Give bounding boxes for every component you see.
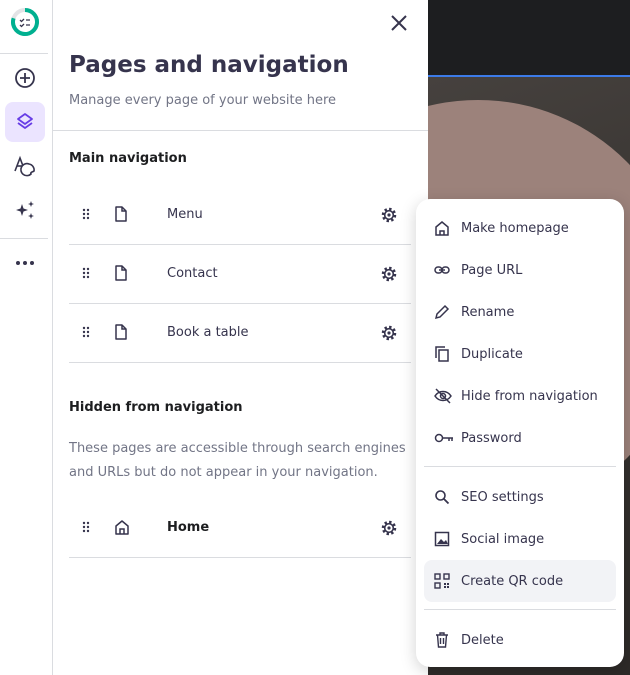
styles-button[interactable] [5, 146, 45, 186]
plus-circle-icon [15, 68, 35, 88]
menu-item-social-image[interactable]: Social image [424, 518, 616, 560]
ai-tools-button[interactable] [5, 190, 45, 230]
divider [0, 238, 48, 239]
menu-item-label: Page URL [461, 262, 523, 278]
menu-item-label: Create QR code [461, 573, 564, 589]
file-icon [115, 324, 127, 340]
search-icon [435, 490, 450, 505]
menu-item-rename[interactable]: Rename [424, 291, 616, 333]
file-icon [115, 206, 127, 222]
duplicate-icon [435, 346, 449, 362]
hidden-navigation-heading: Hidden from navigation [69, 400, 243, 415]
menu-item-label: Social image [461, 531, 545, 547]
menu-item-label: Password [461, 430, 522, 446]
trash-icon [436, 632, 448, 648]
divider [53, 130, 428, 131]
menu-item-label: Delete [461, 632, 504, 648]
add-element-button[interactable] [5, 58, 45, 98]
image-icon [434, 531, 450, 547]
menu-item-label: Make homepage [461, 220, 569, 236]
drag-handle-icon[interactable] [82, 326, 90, 338]
menu-item-create-qr-code[interactable]: Create QR code [424, 560, 616, 602]
divider [424, 609, 616, 610]
gear-icon[interactable] [380, 519, 398, 537]
page-label: Contact [167, 266, 218, 281]
menu-item-seo-settings[interactable]: SEO settings [424, 476, 616, 518]
menu-item-label: Rename [461, 304, 515, 320]
page-row-book-a-table[interactable]: Book a table [69, 304, 411, 363]
menu-item-password[interactable]: Password [424, 417, 616, 459]
page-context-menu: Make homepage Page URL Rename Duplicate … [416, 199, 624, 667]
palette-text-icon [14, 155, 35, 177]
page-row-menu[interactable]: Menu [69, 186, 411, 245]
page-row-contact[interactable]: Contact [69, 245, 411, 304]
gear-icon[interactable] [380, 265, 398, 283]
page-row-home[interactable]: Home [69, 499, 411, 558]
more-dots-icon [16, 261, 34, 265]
hidden-navigation-description: These pages are accessible through searc… [69, 441, 406, 480]
menu-item-label: Hide from navigation [461, 388, 598, 404]
drag-handle-icon[interactable] [82, 208, 90, 220]
page-label: Book a table [167, 325, 249, 340]
gear-icon[interactable] [380, 324, 398, 342]
qr-code-icon [434, 573, 450, 589]
progress-checklist-button[interactable] [5, 2, 45, 42]
key-icon [434, 433, 453, 443]
drag-handle-icon[interactable] [82, 521, 90, 533]
home-icon [115, 520, 129, 535]
menu-item-page-url[interactable]: Page URL [424, 249, 616, 291]
preview-header [428, 0, 630, 77]
file-icon [115, 265, 127, 281]
menu-item-make-homepage[interactable]: Make homepage [424, 207, 616, 249]
close-icon[interactable] [388, 12, 410, 34]
menu-item-delete[interactable]: Delete [424, 619, 616, 661]
eye-off-icon [434, 388, 452, 404]
divider [424, 466, 616, 467]
page-label: Menu [167, 207, 203, 222]
layers-icon [17, 113, 33, 129]
pages-button[interactable] [5, 102, 45, 142]
home-icon [435, 221, 449, 236]
menu-item-label: SEO settings [461, 489, 544, 505]
more-button[interactable] [5, 243, 45, 283]
menu-item-duplicate[interactable]: Duplicate [424, 333, 616, 375]
menu-item-hide-from-navigation[interactable]: Hide from navigation [424, 375, 616, 417]
page-subtitle: Manage every page of your website here [69, 93, 337, 108]
page-label: Home [167, 520, 210, 535]
checklist-progress-icon [11, 8, 39, 36]
gear-icon[interactable] [380, 206, 398, 224]
sparkles-icon [16, 201, 34, 219]
link-icon [434, 266, 450, 274]
drag-handle-icon[interactable] [82, 267, 90, 279]
sidebar [0, 0, 53, 675]
menu-item-label: Duplicate [461, 346, 523, 362]
page-title: Pages and navigation [69, 52, 349, 78]
divider [0, 53, 48, 54]
main-navigation-heading: Main navigation [69, 151, 187, 166]
pencil-icon [434, 304, 450, 320]
